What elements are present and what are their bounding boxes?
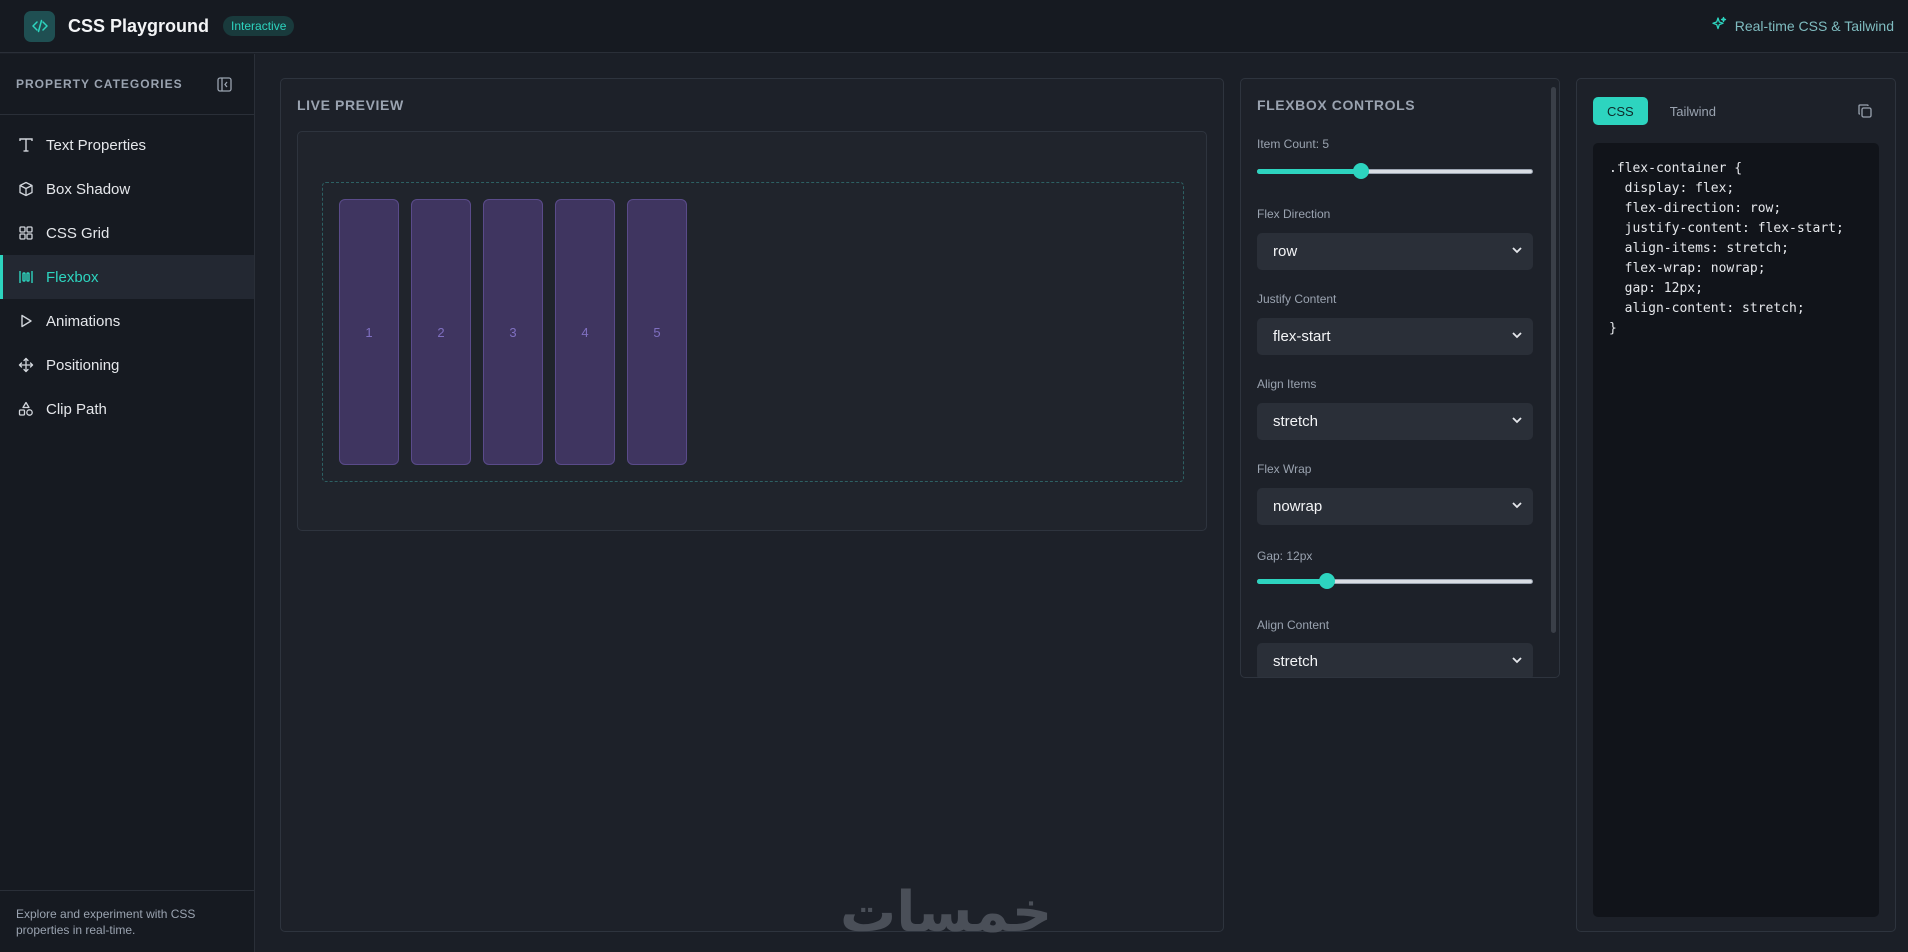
sidebar-item-clip-path[interactable]: Clip Path (0, 387, 254, 431)
flex-item: 5 (627, 199, 687, 465)
sidebar-title: PROPERTY CATEGORIES (16, 77, 183, 91)
flex-direction-select[interactable]: row (1257, 233, 1533, 270)
chevron-down-icon (1511, 653, 1523, 670)
header-tagline-text: Real-time CSS & Tailwind (1734, 17, 1894, 34)
flexbox-icon (18, 269, 34, 285)
code-icon (24, 10, 55, 42)
flex-item: 4 (555, 199, 615, 465)
live-preview-title: LIVE PREVIEW (297, 97, 404, 113)
chevron-down-icon (1511, 243, 1523, 260)
sidebar-header: PROPERTY CATEGORIES (0, 54, 254, 115)
code-block: .flex-container { display: flex; flex-di… (1593, 143, 1879, 917)
slider-thumb[interactable] (1319, 573, 1336, 589)
sidebar-item-label: Text Properties (46, 136, 147, 154)
chevron-down-icon (1511, 413, 1523, 430)
select-value: stretch (1273, 653, 1319, 670)
chevron-down-icon (1511, 498, 1523, 515)
interactive-badge: Interactive (223, 16, 295, 36)
flex-wrap-label: Flex Wrap (1257, 462, 1312, 476)
controls-title: FLEXBOX CONTROLS (1257, 97, 1416, 113)
code-line: gap: 12px; (1609, 281, 1703, 296)
sidebar-item-label: CSS Grid (46, 224, 110, 242)
sidebar-nav: Text Properties Box Shadow CSS Grid Flex… (0, 115, 254, 431)
code-line: flex-direction: row; (1609, 201, 1782, 216)
sidebar-item-label: Animations (46, 312, 121, 330)
flexbox-controls-panel: FLEXBOX CONTROLS Item Count: 5 Flex Dire… (1240, 78, 1560, 678)
sidebar-item-label: Box Shadow (46, 180, 131, 198)
flex-item: 3 (483, 199, 543, 465)
preview-area: 1 2 3 4 5 (297, 131, 1207, 531)
code-line: } (1609, 321, 1617, 336)
select-value: row (1273, 243, 1298, 260)
code-output-panel: CSS Tailwind .flex-container { display: … (1576, 78, 1896, 932)
justify-content-select[interactable]: flex-start (1257, 318, 1533, 355)
box-icon (18, 181, 34, 197)
code-line: display: flex; (1609, 181, 1735, 196)
slider-thumb[interactable] (1353, 163, 1370, 179)
sidebar-item-label: Flexbox (46, 268, 99, 286)
gap-label: Gap: 12px (1257, 549, 1313, 563)
move-icon (18, 357, 34, 373)
play-icon (18, 313, 34, 329)
sidebar-item-label: Clip Path (46, 400, 107, 418)
sidebar-footer-text: Explore and experiment with CSS properti… (0, 890, 255, 952)
sidebar-item-animations[interactable]: Animations (0, 299, 254, 343)
select-value: flex-start (1273, 328, 1331, 345)
gap-slider[interactable] (1257, 573, 1533, 589)
sidebar-item-label: Positioning (46, 356, 120, 374)
tab-tailwind[interactable]: Tailwind (1656, 97, 1730, 125)
sparkles-icon (1711, 16, 1727, 35)
code-line: flex-wrap: nowrap; (1609, 261, 1766, 276)
align-items-select[interactable]: stretch (1257, 403, 1533, 440)
watermark-logo: خمسات (840, 880, 1053, 945)
code-tabs: CSS Tailwind (1593, 97, 1730, 125)
flex-item: 1 (339, 199, 399, 465)
flex-wrap-select[interactable]: nowrap (1257, 488, 1533, 525)
copy-icon[interactable] (1857, 103, 1873, 119)
header-tagline: Real-time CSS & Tailwind (1711, 16, 1894, 35)
text-icon (18, 137, 34, 153)
sidebar: PROPERTY CATEGORIES Text Properties Box … (0, 54, 255, 952)
app-header: CSS Playground Interactive Real-time CSS… (0, 0, 1908, 53)
item-count-label: Item Count: 5 (1257, 137, 1330, 151)
tab-css[interactable]: CSS (1593, 97, 1648, 125)
sidebar-item-text-properties[interactable]: Text Properties (0, 123, 254, 167)
flex-item: 2 (411, 199, 471, 465)
item-count-slider[interactable] (1257, 163, 1533, 179)
live-preview-panel: LIVE PREVIEW 1 2 3 4 5 (280, 78, 1224, 932)
chevron-down-icon (1511, 328, 1523, 345)
collapse-sidebar-icon[interactable] (216, 76, 232, 92)
sidebar-item-box-shadow[interactable]: Box Shadow (0, 167, 254, 211)
align-content-select[interactable]: stretch (1257, 643, 1533, 677)
sidebar-item-css-grid[interactable]: CSS Grid (0, 211, 254, 255)
slider-fill (1257, 579, 1328, 584)
sidebar-item-positioning[interactable]: Positioning (0, 343, 254, 387)
flex-direction-label: Flex Direction (1257, 207, 1331, 221)
align-content-label: Align Content (1257, 618, 1330, 632)
controls-scrollbar[interactable] (1551, 87, 1556, 633)
slider-fill (1257, 169, 1362, 174)
code-line: align-items: stretch; (1609, 241, 1790, 256)
app-title: CSS Playground (68, 15, 210, 36)
code-line: justify-content: flex-start; (1609, 221, 1844, 236)
code-line: align-content: stretch; (1609, 301, 1805, 316)
grid-icon (18, 225, 34, 241)
code-line: .flex-container { (1609, 161, 1743, 176)
flex-container-preview: 1 2 3 4 5 (322, 182, 1184, 482)
select-value: nowrap (1273, 498, 1323, 515)
align-items-label: Align Items (1257, 377, 1317, 391)
sidebar-item-flexbox[interactable]: Flexbox (0, 255, 254, 299)
select-value: stretch (1273, 413, 1319, 430)
shapes-icon (18, 401, 34, 417)
justify-content-label: Justify Content (1257, 292, 1337, 306)
